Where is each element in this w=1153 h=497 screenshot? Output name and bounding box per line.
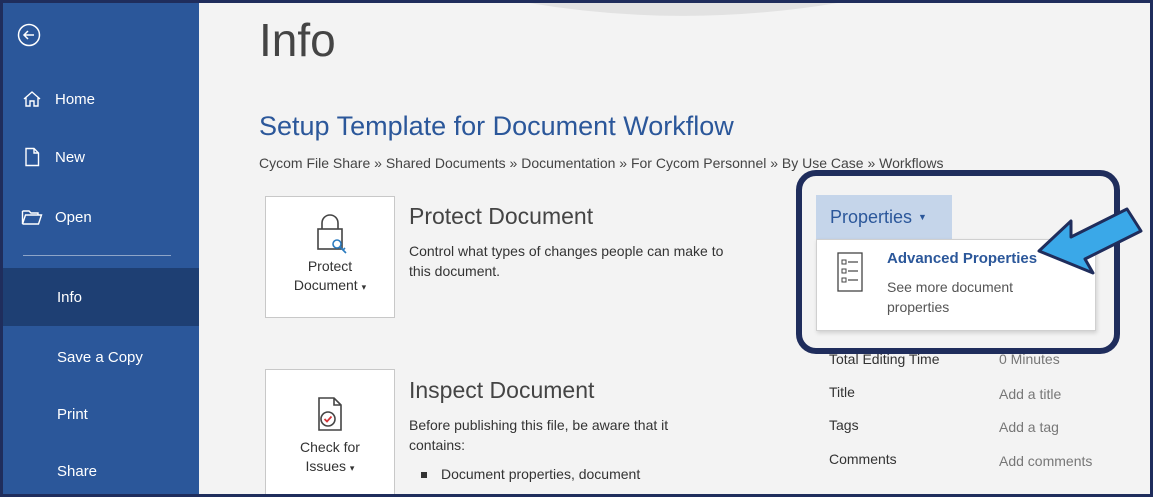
sidebar-item-info[interactable]: Info: [3, 268, 199, 326]
check-for-issues-label-row: Issues ▾: [266, 457, 394, 478]
sidebar-item-label: New: [55, 148, 86, 166]
chevron-down-icon: ▾: [349, 463, 355, 473]
folder-open-icon: [21, 206, 43, 228]
inspect-bullet-item: Document properties, document: [421, 466, 640, 482]
annotation-arrow-icon: [1037, 207, 1143, 275]
property-value-comments[interactable]: Add comments: [999, 453, 1092, 469]
inspect-document-icon: [318, 397, 342, 431]
sidebar-item-label: Print: [57, 405, 88, 423]
protect-document-label-2: Document: [293, 277, 358, 293]
home-icon: [21, 88, 43, 110]
sidebar-item-open[interactable]: Open: [3, 189, 199, 245]
decorative-swoosh: [529, 3, 838, 16]
protect-document-label-1: Protect: [307, 258, 353, 274]
check-for-issues-label-1: Check for: [300, 439, 360, 455]
check-for-issues-button[interactable]: Check for Issues ▾: [265, 369, 395, 494]
app-window: Home New Open Info Save a Copy Print Sha…: [0, 0, 1153, 497]
protect-document-heading: Protect Document: [409, 203, 594, 229]
sidebar-item-label: Save a Copy: [57, 348, 143, 366]
sidebar-item-share[interactable]: Share: [3, 443, 199, 494]
protect-document-button[interactable]: Protect Document ▾: [265, 196, 395, 318]
back-arrow-icon: [17, 23, 41, 47]
page-title: Info: [259, 14, 336, 66]
sidebar-item-label: Open: [55, 208, 92, 226]
sidebar-item-label: Share: [57, 462, 98, 480]
sidebar-item-print[interactable]: Print: [3, 386, 199, 442]
sidebar-item-label: Info: [57, 288, 83, 306]
sidebar-divider: [23, 255, 171, 256]
backstage-sidebar: Home New Open Info Save a Copy Print Sha…: [3, 3, 199, 494]
sidebar-item-new[interactable]: New: [3, 129, 199, 185]
property-value-tags[interactable]: Add a tag: [999, 419, 1059, 435]
inspect-document-description: Before publishing this file, be aware th…: [409, 417, 669, 453]
check-for-issues-label-2: Issues: [305, 458, 347, 474]
bullet-icon: [421, 472, 427, 479]
inspect-bullet-text: Document properties, document: [441, 466, 641, 482]
new-document-icon: [21, 146, 43, 168]
protect-document-description: Control what types of changes people can…: [409, 243, 724, 279]
inspect-document-heading: Inspect Document: [409, 377, 595, 403]
property-name-title: Title: [829, 384, 855, 400]
property-value-title[interactable]: Add a title: [999, 386, 1061, 402]
breadcrumb[interactable]: Cycom File Share » Shared Documents » Do…: [259, 155, 943, 171]
document-title: Setup Template for Document Workflow: [259, 111, 734, 141]
property-name-tags: Tags: [829, 417, 859, 433]
sidebar-item-label: Home: [55, 90, 96, 108]
protect-document-label-row: Document ▾: [266, 276, 394, 297]
chevron-down-icon: ▾: [361, 282, 367, 292]
back-button[interactable]: [17, 23, 41, 47]
property-name-comments: Comments: [829, 451, 897, 467]
lock-key-icon: [317, 214, 347, 254]
sidebar-item-home[interactable]: Home: [3, 71, 199, 127]
sidebar-item-save-a-copy[interactable]: Save a Copy: [3, 329, 199, 385]
